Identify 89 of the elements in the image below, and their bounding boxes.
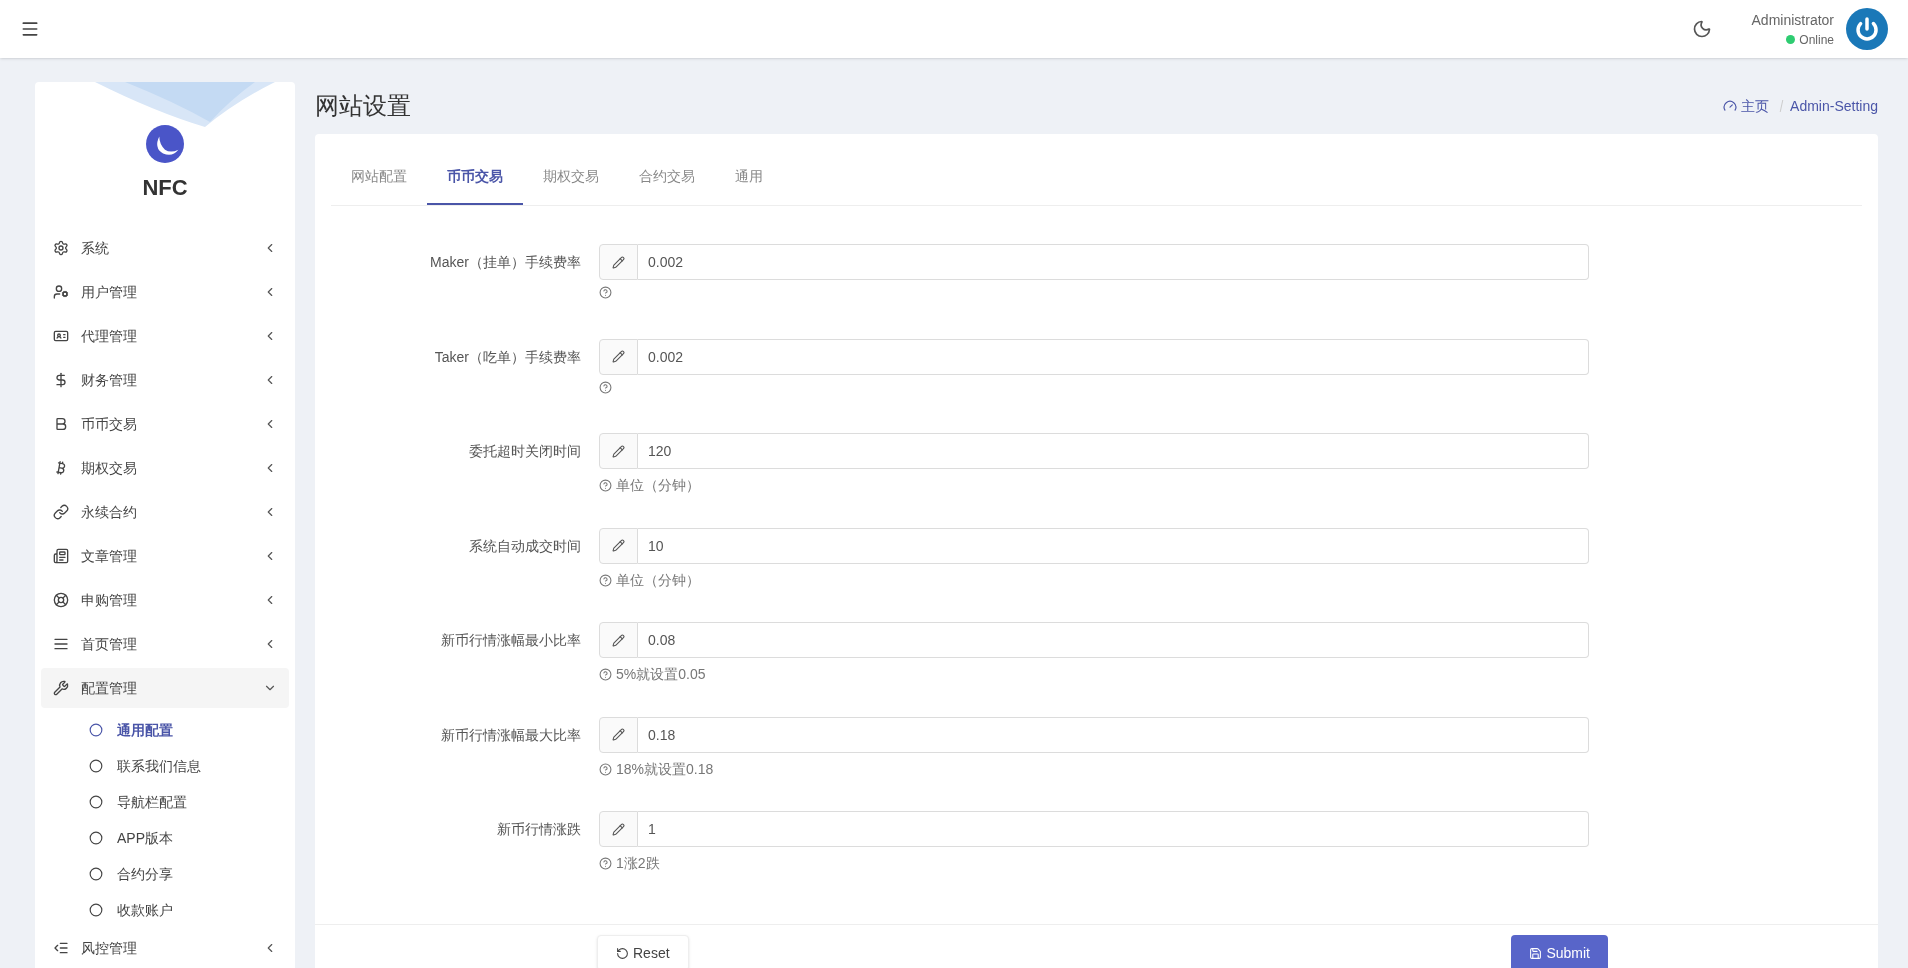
- menu-icon[interactable]: [20, 19, 40, 39]
- brand-name: NFC: [142, 174, 188, 202]
- submenu-item[interactable]: 合约分享: [41, 856, 289, 892]
- input-field[interactable]: 10: [638, 527, 1589, 564]
- help-text: 1涨2跌: [616, 854, 660, 873]
- field-label: Taker（吃单）手续费率: [433, 347, 582, 367]
- dashboard-icon: [1723, 99, 1738, 113]
- tab[interactable]: 期权交易: [523, 150, 619, 205]
- circle-icon: [89, 831, 103, 845]
- input-field[interactable]: 0.18: [638, 716, 1589, 753]
- moon-icon[interactable]: [1691, 19, 1712, 39]
- sidebar-item[interactable]: 财务管理: [41, 360, 289, 400]
- gear-icon: [53, 240, 69, 256]
- page-title: 网站设置: [315, 91, 411, 121]
- link-icon: [53, 504, 69, 520]
- help-icon: [599, 668, 612, 681]
- input-field[interactable]: 0.08: [638, 622, 1589, 658]
- pencil-icon: [612, 350, 625, 363]
- help-icon: [599, 479, 612, 492]
- submenu-item[interactable]: 收款账户: [41, 892, 289, 928]
- submenu-item[interactable]: 联系我们信息: [41, 748, 289, 784]
- status-text: Online: [1799, 31, 1834, 49]
- circle-icon: [89, 723, 103, 737]
- input-field[interactable]: 1: [638, 811, 1589, 847]
- circle-icon: [89, 903, 103, 917]
- id-card-icon: [53, 328, 69, 344]
- pencil-icon: [612, 444, 625, 458]
- help-icon: [599, 286, 612, 299]
- wrench-icon: [53, 680, 69, 696]
- newspaper-icon: [53, 548, 69, 564]
- help-text: 单位（分钟）: [616, 476, 700, 495]
- circle-icon: [89, 759, 103, 773]
- pencil-icon: [612, 728, 625, 741]
- logo-icon: [146, 125, 184, 163]
- reset-button[interactable]: Reset: [597, 935, 689, 968]
- sidebar-item[interactable]: 永续合约: [41, 492, 289, 532]
- sidebar-item[interactable]: 期权交易: [41, 448, 289, 488]
- avatar[interactable]: [1846, 8, 1888, 50]
- sidebar-item[interactable]: 文章管理: [41, 536, 289, 576]
- field-label: 委托超时关闭时间: [468, 442, 582, 461]
- breadcrumb-link[interactable]: 主页: [1741, 95, 1770, 117]
- pencil-icon: [612, 633, 625, 647]
- help-text: 18%就设置0.18: [616, 759, 714, 779]
- bold-letter-icon: [53, 416, 69, 432]
- sidebar-item[interactable]: 用户管理: [41, 272, 289, 312]
- pencil-icon: [612, 822, 625, 836]
- sidebar-item[interactable]: 币币交易: [41, 404, 289, 444]
- tab[interactable]: 通用: [715, 150, 783, 205]
- field-label: 新币行情涨幅最小比率: [440, 631, 582, 650]
- field-label: Maker（挂单）手续费率: [429, 253, 582, 272]
- lifebuoy-icon: [53, 592, 69, 608]
- help-icon: [599, 380, 612, 394]
- sidebar-item[interactable]: 配置管理: [41, 668, 289, 708]
- help-text: 5%就设置0.05: [616, 665, 706, 684]
- breadcrumb-current: Admin-Setting: [1790, 96, 1878, 116]
- sidebar-item[interactable]: 代理管理: [41, 316, 289, 356]
- help-icon: [599, 573, 612, 587]
- field-label: 新币行情涨跌: [496, 820, 582, 839]
- pencil-icon: [612, 255, 625, 269]
- input-field[interactable]: 0.002: [638, 338, 1589, 375]
- power-icon: [1855, 17, 1879, 41]
- submenu-item[interactable]: 导航栏配置: [41, 784, 289, 820]
- help-icon: [599, 762, 612, 776]
- tab[interactable]: 网站配置: [331, 150, 427, 205]
- reset-icon: [616, 946, 629, 960]
- input-field[interactable]: 120: [638, 433, 1589, 469]
- sidebar-item[interactable]: 风控管理: [41, 928, 289, 968]
- sidebar-item[interactable]: 申购管理: [41, 580, 289, 620]
- user-icon: [53, 284, 69, 300]
- tab[interactable]: 合约交易: [619, 150, 715, 205]
- lines-icon: [53, 636, 69, 652]
- dollar-icon: [53, 372, 69, 388]
- circle-icon: [89, 867, 103, 881]
- submit-button[interactable]: Submit: [1511, 935, 1608, 968]
- user-name: Administrator: [1751, 10, 1834, 30]
- save-icon: [1529, 946, 1543, 960]
- tab[interactable]: 币币交易: [427, 150, 523, 205]
- help-text: 单位（分钟）: [616, 570, 700, 590]
- field-label: 系统自动成交时间: [468, 536, 582, 556]
- submenu-item[interactable]: APP版本: [41, 820, 289, 856]
- indent-icon: [53, 940, 69, 956]
- help-icon: [599, 857, 612, 870]
- sidebar-item[interactable]: 首页管理: [41, 624, 289, 664]
- input-field[interactable]: 0.002: [638, 244, 1589, 280]
- circle-icon: [89, 795, 103, 809]
- submenu-item[interactable]: 通用配置: [41, 712, 289, 748]
- sidebar-item[interactable]: 系统: [41, 228, 289, 268]
- field-label: 新币行情涨幅最大比率: [440, 725, 582, 745]
- pencil-icon: [612, 539, 625, 552]
